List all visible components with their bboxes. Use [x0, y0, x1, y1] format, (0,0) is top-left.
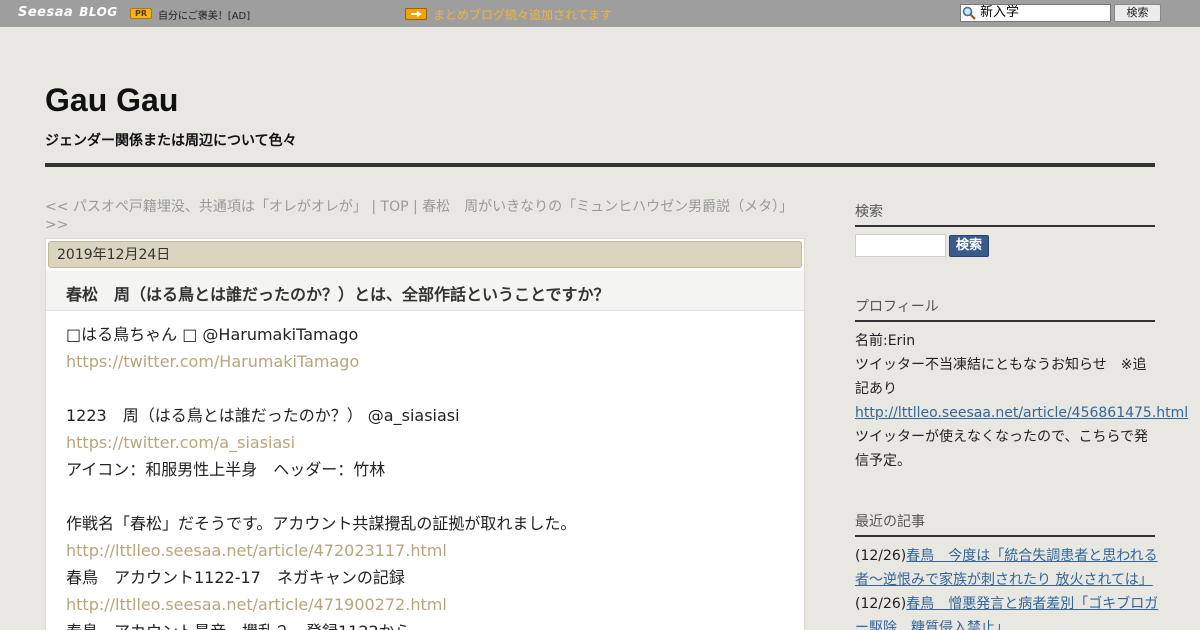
article-link[interactable]: http://lttlleo.seesaa.net/article/471900… — [66, 595, 447, 614]
profile-link[interactable]: http://lttlleo.seesaa.net/article/456861… — [855, 405, 1188, 421]
article-link[interactable]: https://twitter.com/HarumakiTamago — [66, 352, 359, 371]
sidebar-search-heading: 検索 — [855, 201, 1155, 227]
list-item: (12/26)春鳥 憎悪発言と病者差別「ゴキブロガ — [855, 592, 1158, 616]
article-line: http://lttlleo.seesaa.net/article/471900… — [66, 591, 786, 618]
nav-separator: | — [366, 199, 381, 215]
recent-article-link[interactable]: 春鳥 憎悪発言と病者差別「ゴキブロガ — [906, 596, 1158, 612]
profile-section: 名前:Erin ツイッター不当凍結にともなうお知らせ ※追 記あり http:/… — [855, 329, 1188, 473]
arrow-right-icon — [405, 8, 427, 20]
article-date: 2019年12月24日 — [48, 241, 802, 268]
article-line: 作戦名「春松」だそうです。アカウント共謀攪乱の証拠が取れました。 — [66, 514, 577, 533]
profile-text: 記あり — [855, 381, 897, 397]
notice-link[interactable]: まとめブログ続々追加されてます — [433, 6, 612, 23]
article-navigation: << パスオペ戸籍埋没、共通項は「オレがオレが」 | TOP | 春松 周がいき… — [45, 198, 805, 234]
list-item: (12/26)春鳥 今度は「統合失調患者と思われる — [855, 544, 1158, 568]
top-search-input[interactable]: 新入学 — [960, 4, 1111, 22]
article-line: 春鳥 アカウント最音 攪乱２ 登録1122から — [66, 618, 786, 630]
header-divider — [45, 163, 1155, 167]
recent-date: (12/26) — [855, 596, 907, 612]
profile-text: ツイッターが使えなくなったので、こちらで発 — [855, 429, 1149, 445]
pr-badge: PR — [130, 8, 152, 19]
profile-text: 信予定。 — [855, 453, 911, 469]
article-line: □はる鳥ちゃん □ @HarumakiTamago — [66, 325, 359, 344]
brand-name: Seesaa — [18, 5, 74, 20]
profile-name: 名前:Erin — [855, 333, 916, 349]
prev-article-link[interactable]: << パスオペ戸籍埋没、共通項は「オレがオレが」 — [45, 199, 367, 215]
article-line: アイコン：和服男性上半身 ヘッダー：竹林 — [66, 460, 386, 479]
pr-ad-link[interactable]: 自分にご褒美！[AD] — [158, 7, 250, 22]
article-link[interactable]: https://twitter.com/a_siasiasi — [66, 433, 295, 452]
seesaa-logo[interactable]: Seesaa BLOG — [18, 5, 118, 20]
sidebar-search-input[interactable] — [855, 234, 946, 257]
article-title[interactable]: 春松 周（はる鳥とは誰だったのか？）とは、全部作話ということですか？ — [66, 281, 610, 305]
article-line — [66, 483, 786, 510]
sidebar-search-button[interactable]: 検索 — [949, 235, 989, 257]
sidebar-profile-heading: プロフィール — [855, 296, 1155, 322]
nav-separator: | — [408, 199, 423, 215]
article-line: 1223 周（はる鳥とは誰だったのか？） @a_siasiasi — [66, 406, 460, 425]
article-line: 春鳥 アカウント1122-17 ネガキャンの記録 — [66, 568, 405, 587]
sidebar-recent-heading: 最近の記事 — [855, 511, 1155, 537]
article-card: 2019年12月24日 春松 周（はる鳥とは誰だったのか？）とは、全部作話という… — [45, 238, 805, 630]
recent-articles-list: (12/26)春鳥 今度は「統合失調患者と思われる 者～逆恨みで家族が刺されたり… — [855, 544, 1158, 630]
article-line: http://lttlleo.seesaa.net/article/472023… — [66, 537, 786, 564]
top-bar: Seesaa BLOG PR 自分にご褒美！[AD] まとめブログ続々追加されてま… — [0, 0, 1200, 27]
article-line — [66, 375, 786, 402]
article-link[interactable]: http://lttlleo.seesaa.net/article/472023… — [66, 541, 447, 560]
blog-title[interactable]: Gau Gau — [45, 82, 178, 119]
profile-text: ツイッター不当凍結にともなうお知らせ ※追 — [855, 357, 1147, 373]
top-link[interactable]: TOP — [381, 199, 409, 215]
recent-date: (12/26) — [855, 548, 907, 564]
article-body: □はる鳥ちゃん □ @HarumakiTamago https://twitter… — [66, 321, 786, 630]
top-search-button[interactable]: 検索 — [1114, 4, 1161, 22]
recent-article-link[interactable]: 春鳥 今度は「統合失調患者と思われる — [906, 548, 1157, 564]
recent-article-link[interactable]: 者～逆恨みで家族が刺されたり 放火されては」 — [855, 572, 1153, 588]
recent-article-link[interactable]: ー駆除 糖質侵入禁止」 — [855, 620, 1009, 630]
article-line: https://twitter.com/a_siasiasi — [66, 429, 786, 456]
article-line: https://twitter.com/HarumakiTamago — [66, 348, 786, 375]
blog-subtitle: ジェンダー関係または周辺について色々 — [45, 133, 297, 149]
brand-suffix: BLOG — [79, 5, 118, 19]
article-title-bar: 春松 周（はる鳥とは誰だったのか？）とは、全部作話ということですか？ — [46, 271, 804, 311]
search-icon — [962, 6, 976, 20]
